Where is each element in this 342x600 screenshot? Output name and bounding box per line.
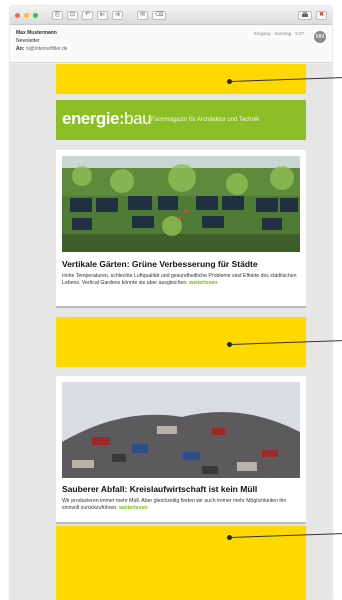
- read-more-link[interactable]: weiterlesen: [119, 505, 147, 511]
- mail-window: ⎘ ⊡ ↶ ⇇ ⇉ ✉ ⌫ ✖ Max Mustermann Newslette…: [10, 6, 332, 600]
- energie-bau-logo: energie:bau: [62, 109, 152, 128]
- flag-button[interactable]: ⌫: [151, 10, 167, 20]
- article-title[interactable]: Vertikale Gärten: Grüne Verbesserung für…: [62, 259, 258, 269]
- newsletter-banner[interactable]: energie:bau Fachmagazin für Architektur …: [56, 100, 306, 140]
- sender-name: Max Mustermann: [16, 30, 57, 36]
- print-icon[interactable]: [297, 10, 312, 20]
- banner-tagline: Fachmagazin für Architektur und Technik: [151, 117, 260, 123]
- close-window-button[interactable]: [15, 12, 20, 18]
- to-label: An:: [16, 46, 25, 52]
- article-card[interactable]: Vertikale Gärten: Grüne Verbesserung für…: [56, 150, 306, 308]
- recipient-address[interactable]: ni@internetfilter.de: [26, 46, 68, 52]
- reply-all-button[interactable]: ⇇: [96, 10, 108, 20]
- vertical-garden-image: [62, 156, 300, 252]
- message-header: Max Mustermann Newsletter An: ni@interne…: [10, 25, 332, 63]
- article-title[interactable]: Sauberer Abfall: Kreislaufwirtschaft ist…: [62, 484, 257, 494]
- junk-button[interactable]: ⊡: [66, 10, 78, 20]
- compose-button[interactable]: ✉: [136, 10, 148, 20]
- minimize-window-button[interactable]: [24, 12, 29, 18]
- ad-slot-bottom[interactable]: [56, 526, 306, 600]
- mail-toolbar: ⎘ ⊡ ↶ ⇇ ⇉ ✉ ⌫ ✖: [10, 6, 332, 25]
- archive-button[interactable]: ⎘: [52, 10, 63, 20]
- scrap-metal-image: [62, 382, 300, 478]
- article-teaser: Wir produzieren immer mehr Müll. Aber gl…: [62, 498, 287, 511]
- delete-icon[interactable]: ✖: [315, 10, 327, 20]
- article-card[interactable]: Sauberer Abfall: Kreislaufwirtschaft ist…: [56, 376, 306, 524]
- subject-line: Newsletter: [16, 38, 40, 44]
- zoom-window-button[interactable]: [33, 12, 38, 18]
- message-body: energie:bau Fachmagazin für Architektur …: [10, 64, 332, 600]
- forward-button[interactable]: ⇉: [111, 10, 123, 20]
- reply-button[interactable]: ↶: [81, 10, 93, 20]
- read-more-link[interactable]: weiterlesen: [189, 280, 217, 286]
- sender-avatar: MM: [314, 31, 326, 43]
- message-meta: Eingang · Sonntag · 9:37: [253, 31, 304, 36]
- article-teaser: Hohe Temperaturen, schlechte Luftqualitä…: [62, 273, 297, 286]
